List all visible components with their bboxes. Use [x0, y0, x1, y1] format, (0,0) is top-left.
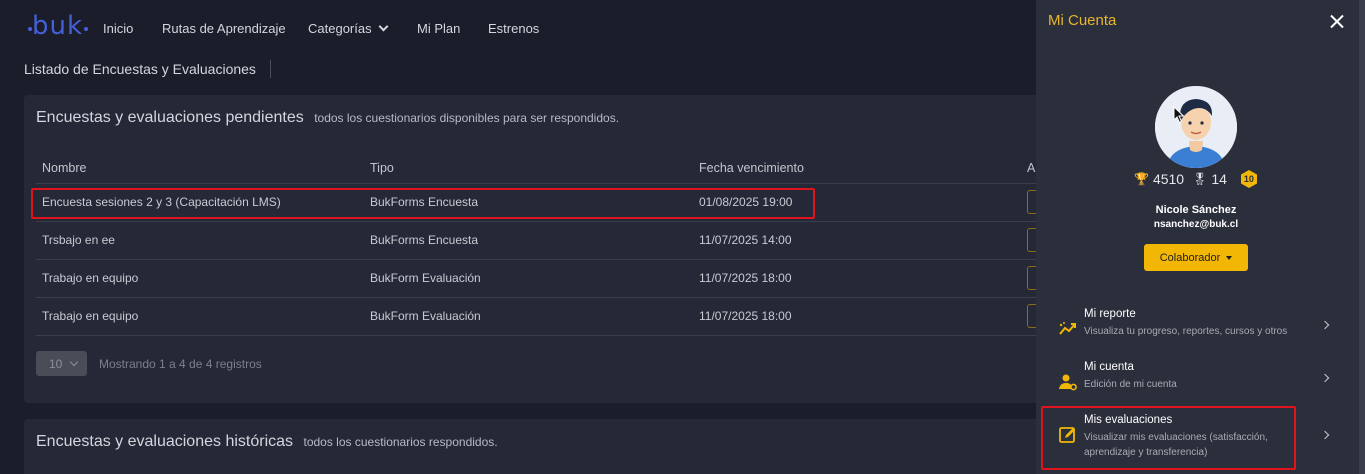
- medals-value: 14: [1211, 171, 1227, 187]
- cell-due: 11/07/2025 18:00: [693, 259, 1021, 298]
- cell-due: 11/07/2025 18:00: [693, 297, 1021, 336]
- col-header-nombre[interactable]: Nombre: [36, 153, 364, 184]
- role-dropdown-button[interactable]: Colaborador: [1144, 244, 1248, 271]
- user-email: nsanchez@buk.cl: [1153, 219, 1239, 230]
- chevron-right-icon: [1320, 430, 1330, 440]
- nav-rutas-aprendizaje[interactable]: Rutas de Aprendizaje: [162, 21, 286, 36]
- menu-item-mi-reporte[interactable]: Mi reporte Visualiza tu progreso, report…: [1048, 308, 1336, 352]
- mouse-cursor-icon: [1173, 106, 1185, 124]
- historic-heading: Encuestas y evaluaciones históricas: [36, 433, 294, 450]
- pending-table: Nombre Tipo Fecha vencimiento A Encuesta…: [36, 153, 1056, 336]
- user-stats: 🏆 4510 🎖 14 10: [1134, 168, 1259, 190]
- table-row[interactable]: Trsbajo en ee BukForms Encuesta 11/07/20…: [36, 221, 1056, 260]
- nav-categorias[interactable]: Categorías: [308, 21, 389, 36]
- nav-inicio[interactable]: Inicio: [103, 21, 133, 36]
- menu-item-desc: Visualizar mis evaluaciones (satisfacció…: [1084, 432, 1268, 458]
- pagination-info: Mostrando 1 a 4 de 4 registros: [99, 356, 262, 371]
- pending-heading: Encuestas y evaluaciones pendientes: [36, 109, 304, 126]
- chart-trend-icon: [1059, 322, 1076, 335]
- menu-item-mis-evaluaciones[interactable]: Mis evaluaciones Visualizar mis evaluaci…: [1048, 414, 1336, 464]
- level-value: 10: [1243, 174, 1254, 184]
- top-nav: buk Inicio Rutas de Aprendizaje Categorí…: [0, 0, 1036, 56]
- nav-categorias-label: Categorías: [308, 21, 372, 36]
- cell-type: BukForm Evaluación: [364, 259, 693, 298]
- user-name: Nicole Sánchez: [1155, 204, 1237, 216]
- table-row[interactable]: Trabajo en equipo BukForm Evaluación 11/…: [36, 297, 1056, 336]
- close-icon[interactable]: [1329, 14, 1345, 30]
- cell-name: Encuesta sesiones 2 y 3 (Capacitación LM…: [36, 183, 364, 222]
- drawer-scrollbar[interactable]: [1359, 0, 1365, 474]
- points-value: 4510: [1152, 171, 1185, 187]
- chevron-down-icon: [70, 357, 79, 366]
- col-header-tipo[interactable]: Tipo: [364, 153, 693, 184]
- edit-note-icon: [1059, 427, 1075, 443]
- menu-item-desc: Edición de mi cuenta: [1084, 379, 1177, 390]
- chevron-right-icon: [1320, 373, 1330, 383]
- cell-due: 11/07/2025 14:00: [693, 221, 1021, 260]
- cell-type: BukForm Evaluación: [364, 297, 693, 336]
- pending-surveys-card: Encuestas y evaluaciones pendientes todo…: [24, 95, 1064, 403]
- menu-item-title: Mi cuenta: [1084, 361, 1134, 373]
- nav-estrenos[interactable]: Estrenos: [488, 21, 539, 36]
- level-badge: 10: [1239, 169, 1259, 189]
- historic-subheading: todos los cuestionarios respondidos.: [303, 435, 498, 449]
- table-row[interactable]: Trabajo en equipo BukForm Evaluación 11/…: [36, 259, 1056, 298]
- user-gear-icon: [1059, 374, 1077, 391]
- menu-item-title: Mis evaluaciones: [1084, 414, 1173, 426]
- page-size-value: 10: [49, 356, 63, 371]
- cell-due: 01/08/2025 19:00: [693, 183, 1021, 222]
- page-size-select[interactable]: 10: [36, 351, 87, 376]
- historic-card-header: Encuestas y evaluaciones históricas todo…: [36, 433, 498, 451]
- table-header-row: Nombre Tipo Fecha vencimiento A: [36, 153, 1056, 184]
- avatar-illustration: [1155, 86, 1237, 168]
- pending-subheading: todos los cuestionarios disponibles para…: [314, 111, 620, 125]
- title-divider: [269, 60, 271, 78]
- page-title: Listado de Encuestas y Evaluaciones: [24, 61, 256, 77]
- pagination-bar: 10 Mostrando 1 a 4 de 4 registros: [36, 351, 262, 376]
- cell-name: Trabajo en equipo: [36, 297, 364, 336]
- cell-type: BukForms Encuesta: [364, 221, 693, 260]
- nav-mi-plan[interactable]: Mi Plan: [417, 21, 460, 36]
- trophy-icon: 🏆: [1134, 172, 1149, 186]
- buk-logo[interactable]: buk: [26, 11, 90, 43]
- avatar: [1155, 86, 1237, 168]
- menu-item-mi-cuenta[interactable]: Mi cuenta Edición de mi cuenta: [1048, 361, 1336, 405]
- col-header-fecha[interactable]: Fecha vencimiento: [693, 153, 1021, 184]
- pending-card-header: Encuestas y evaluaciones pendientes todo…: [36, 109, 619, 127]
- logo-text: buk: [32, 11, 84, 41]
- historic-surveys-card: Encuestas y evaluaciones históricas todo…: [24, 419, 1064, 474]
- cell-name: Trsbajo en ee: [36, 221, 364, 260]
- menu-item-desc: Visualiza tu progreso, reportes, cursos …: [1084, 326, 1288, 337]
- medal-icon: 🎖: [1192, 172, 1208, 186]
- table-row[interactable]: Encuesta sesiones 2 y 3 (Capacitación LM…: [36, 183, 1056, 222]
- cell-name: Trabajo en equipo: [36, 259, 364, 298]
- chevron-right-icon: [1320, 320, 1330, 330]
- account-drawer: Mi Cuenta 🏆 4510 🎖 14 10 Nicole Sánchez …: [1036, 0, 1365, 474]
- chevron-down-icon: [378, 21, 389, 32]
- caret-down-icon: [1226, 255, 1233, 260]
- drawer-title: Mi Cuenta: [1048, 12, 1117, 29]
- role-label: Colaborador: [1159, 251, 1221, 264]
- page-title-row: Listado de Encuestas y Evaluaciones: [24, 60, 271, 78]
- menu-item-title: Mi reporte: [1084, 308, 1136, 320]
- cell-type: BukForms Encuesta: [364, 183, 693, 222]
